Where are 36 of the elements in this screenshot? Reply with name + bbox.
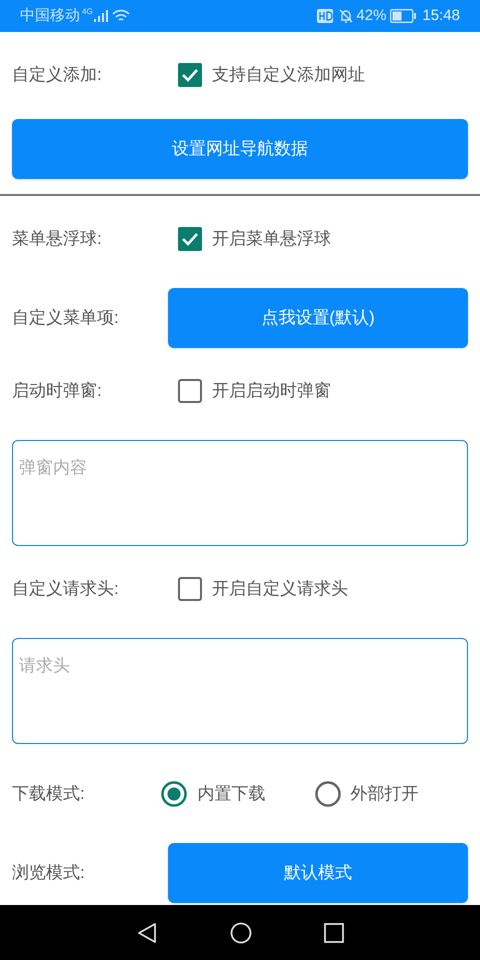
text-area-field[interactable]: 弹窗内容 <box>12 440 468 546</box>
setting-label: 下载模式: <box>12 783 86 806</box>
home-icon[interactable] <box>230 922 252 944</box>
setting-label: 自定义菜单项: <box>12 307 120 330</box>
setting-label: 浏览模式: <box>12 862 86 884</box>
setting-label: 启动时弹窗: <box>12 380 103 402</box>
radio-button[interactable] <box>161 781 188 807</box>
setting-label: 菜单悬浮球: <box>12 228 103 250</box>
recents-icon[interactable] <box>324 922 344 942</box>
network-type: 4G <box>82 6 93 18</box>
carrier-name: 中国移动 <box>20 6 80 26</box>
settings-button[interactable]: 设置网址导航数据 <box>12 119 468 179</box>
battery-percent: 42% <box>356 6 386 26</box>
radio-label: 外部打开 <box>350 783 419 806</box>
checkbox-label: 开启菜单悬浮球 <box>212 228 331 250</box>
checkbox[interactable] <box>178 227 202 251</box>
checkbox[interactable] <box>178 63 202 87</box>
wifi-icon <box>112 9 130 23</box>
setting-label: 自定义添加: <box>12 64 103 86</box>
muted-bell-icon <box>338 8 354 24</box>
signal-icon <box>94 10 108 22</box>
setting-label: 自定义请求头: <box>12 578 120 600</box>
radio-button[interactable] <box>314 781 341 807</box>
settings-button[interactable]: 点我设置(默认) <box>168 288 468 348</box>
radio-label: 内置下载 <box>197 783 266 806</box>
checkbox[interactable] <box>178 577 202 601</box>
checkbox[interactable] <box>178 379 202 403</box>
clock: 15:48 <box>422 6 460 26</box>
checkbox-label: 开启自定义请求头 <box>212 578 348 600</box>
back-icon[interactable] <box>136 922 158 944</box>
hd-icon <box>317 9 334 23</box>
battery-icon <box>390 9 416 23</box>
checkbox-label: 开启启动时弹窗 <box>212 380 331 402</box>
settings-button[interactable]: 默认模式 <box>168 843 468 903</box>
text-area-field[interactable]: 请求头 <box>12 638 468 744</box>
checkbox-label: 支持自定义添加网址 <box>212 64 365 86</box>
